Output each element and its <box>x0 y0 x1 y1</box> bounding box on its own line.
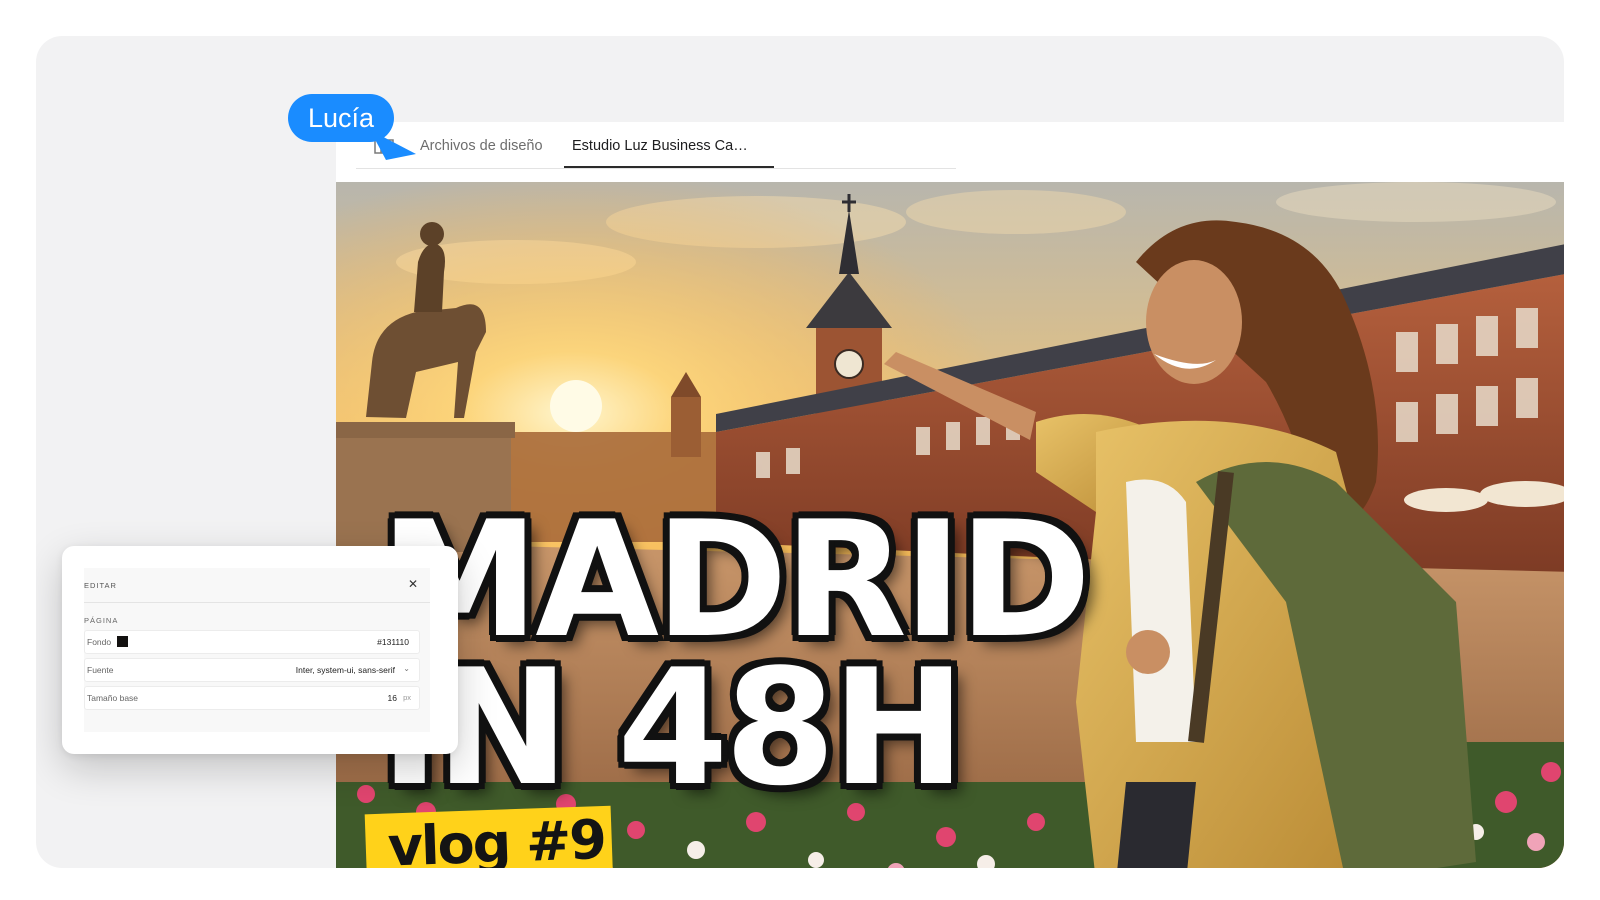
section-label-pagina: PÁGINA <box>84 616 119 625</box>
base-size-unit: px <box>403 693 411 702</box>
font-select-value[interactable]: Inter, system-ui, sans-serif <box>296 665 395 675</box>
tab-bar: Archivos de diseño Estudio Luz Business … <box>356 122 956 169</box>
tab-archivos[interactable]: Archivos de diseño <box>420 122 543 168</box>
vlog-badge[interactable]: vlog #9 <box>364 805 614 868</box>
base-size-value[interactable]: 16 <box>388 693 397 703</box>
field-label-fuente: Fuente <box>87 665 114 675</box>
active-tab-indicator <box>564 166 774 168</box>
edit-panel: EDITAR ✕ PÁGINA Fondo #131110 Fuente Int… <box>62 546 458 754</box>
thumbnail-canvas[interactable]: MADRID IN 48H vlog #9 <box>336 182 1564 868</box>
canvas-background: Archivos de diseño Estudio Luz Business … <box>36 36 1564 868</box>
field-label-tamano: Tamaño base <box>87 693 139 703</box>
cursor-pointer-icon <box>370 130 416 160</box>
font-select[interactable]: Fuente Inter, system-ui, sans-serif ⌄ <box>84 658 420 682</box>
background-color-value[interactable]: #131110 <box>377 637 409 647</box>
chevron-down-icon[interactable]: ⌄ <box>403 664 410 673</box>
app-window: Archivos de diseño Estudio Luz Business … <box>336 122 1564 868</box>
sun <box>550 380 602 432</box>
close-icon[interactable]: ✕ <box>408 577 418 591</box>
color-swatch[interactable] <box>117 636 128 647</box>
base-size-input[interactable]: Tamaño base 16 px <box>84 686 420 710</box>
edit-panel-body: EDITAR ✕ PÁGINA Fondo #131110 Fuente Int… <box>84 568 430 732</box>
thumbnail-headline-line2[interactable]: IN 48H <box>380 648 966 808</box>
vlog-badge-label: vlog #9 <box>386 807 606 868</box>
background-color-field[interactable]: Fondo #131110 <box>84 630 420 654</box>
field-label-fondo: Fondo <box>87 637 112 647</box>
tab-estudio-luz[interactable]: Estudio Luz Business Ca… <box>572 122 748 168</box>
edit-panel-header: EDITAR ✕ <box>84 568 430 603</box>
edit-panel-title: EDITAR <box>84 581 117 590</box>
